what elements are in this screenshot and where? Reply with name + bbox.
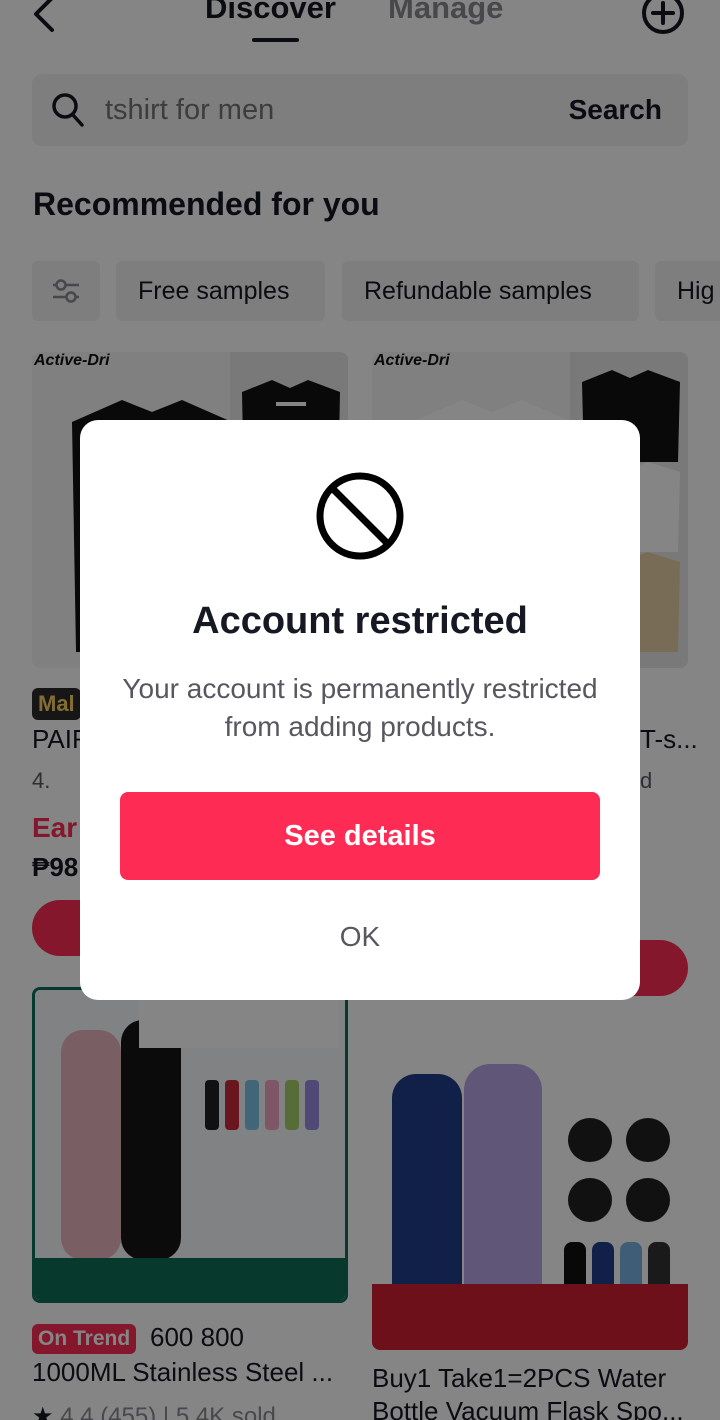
ok-button[interactable]: OK	[120, 912, 600, 962]
see-details-button[interactable]: See details	[120, 792, 600, 880]
dialog-title: Account restricted	[192, 600, 528, 642]
prohibited-icon	[316, 472, 404, 560]
account-restricted-dialog: Account restricted Your account is perma…	[80, 420, 640, 1000]
dialog-message: Your account is permanently restricted f…	[122, 673, 598, 742]
